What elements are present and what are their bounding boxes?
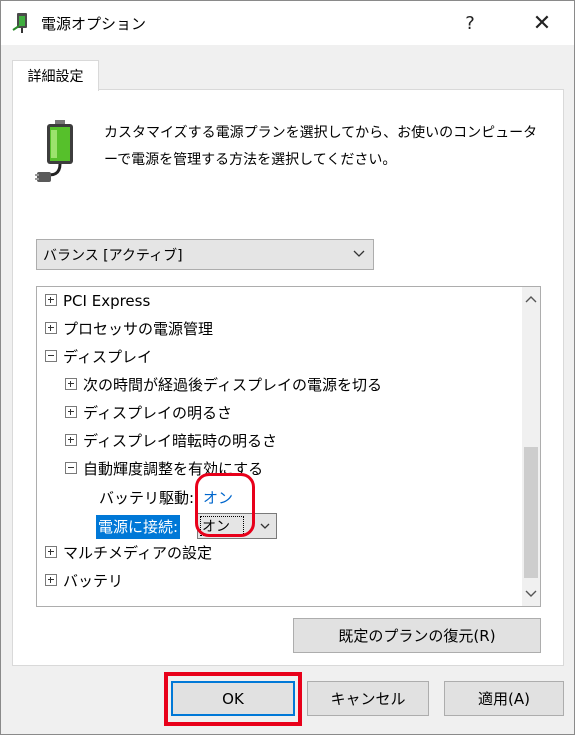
close-button[interactable]: ✕ (519, 1, 565, 45)
restore-defaults-button[interactable]: 既定のプランの復元(R) (293, 618, 541, 653)
description-text: カスタマイズする電源プランを選択してから、お使いのコンピューターで電源を管理する… (104, 125, 538, 168)
expand-icon[interactable] (65, 377, 77, 390)
tree-item-label: バッテリ (63, 572, 124, 590)
vertical-scrollbar[interactable] (522, 287, 540, 606)
settings-tree: PCI Express プロセッサの電源管理 ディスプレイ 次の時間が経過後ディ… (36, 286, 541, 607)
tree-item-display-brightness[interactable]: ディスプレイの明るさ (65, 401, 232, 425)
power-plan-select[interactable]: バランス [アクティブ] (36, 239, 374, 270)
title-bar: 電源オプション ? ✕ (1, 1, 574, 45)
scroll-down-icon[interactable] (525, 588, 537, 598)
tree-item-processor-power[interactable]: プロセッサの電源管理 (45, 317, 213, 341)
on-battery-label: バッテリ駆動: (99, 489, 195, 507)
apply-button[interactable]: 適用(A) (444, 681, 564, 716)
tree-item-pci-express[interactable]: PCI Express (45, 289, 150, 313)
expand-icon[interactable] (45, 573, 57, 586)
collapse-icon[interactable] (65, 461, 77, 474)
annotation-highlight-oval (195, 473, 255, 537)
tree-item-label: プロセッサの電源管理 (63, 320, 214, 338)
tree-item-display-off[interactable]: 次の時間が経過後ディスプレイの電源を切る (65, 373, 382, 397)
expand-icon[interactable] (65, 405, 77, 418)
chevron-down-icon (353, 250, 365, 257)
tree-item-label: ディスプレイ暗転時の明るさ (83, 432, 277, 450)
power-plug-icon (12, 13, 27, 33)
tree-item-display[interactable]: ディスプレイ (45, 345, 152, 369)
tree-item-label: マルチメディアの設定 (63, 544, 212, 562)
window-title: 電源オプション (41, 15, 147, 33)
tree-item-battery[interactable]: バッテリ (45, 569, 123, 593)
cancel-button[interactable]: キャンセル (307, 681, 429, 716)
expand-icon[interactable] (45, 293, 57, 306)
collapse-icon[interactable] (45, 349, 57, 362)
scroll-up-icon[interactable] (525, 295, 537, 305)
tree-item-label: PCI Express (63, 292, 151, 310)
expand-icon[interactable] (45, 545, 57, 558)
power-options-dialog: 電源オプション ? ✕ 詳細設定 カスタマイズする電源プランを選択してから、お使… (0, 0, 575, 735)
chevron-down-icon (260, 523, 270, 529)
plugged-in-label: 電源に接続: (96, 515, 181, 539)
tree-item-label: ディスプレイ (63, 348, 152, 366)
tree-item-label: 次の時間が経過後ディスプレイの電源を切る (83, 376, 382, 394)
tree-item-multimedia[interactable]: マルチメディアの設定 (45, 541, 212, 565)
power-plan-value: バランス [アクティブ] (43, 248, 183, 264)
expand-icon[interactable] (45, 321, 57, 334)
advanced-settings-panel: カスタマイズする電源プランを選択してから、お使いのコンピューターで電源を管理する… (12, 89, 564, 666)
annotation-highlight-rect (164, 672, 302, 726)
scrollbar-thumb[interactable] (524, 447, 538, 578)
help-button[interactable]: ? (447, 1, 493, 45)
tab-advanced-settings[interactable]: 詳細設定 (12, 60, 99, 91)
tree-item-dimmed-brightness[interactable]: ディスプレイ暗転時の明るさ (65, 429, 277, 453)
battery-plug-icon (35, 120, 73, 182)
expand-icon[interactable] (65, 433, 77, 446)
tree-item-label: ディスプレイの明るさ (83, 404, 232, 422)
